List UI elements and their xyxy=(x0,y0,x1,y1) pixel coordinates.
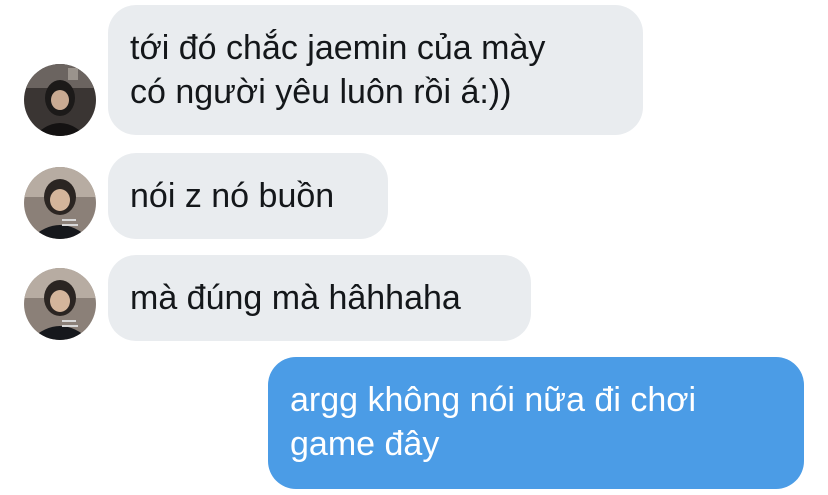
sender-avatar[interactable] xyxy=(24,167,96,239)
sender-avatar[interactable] xyxy=(24,268,96,340)
message-bubble-incoming[interactable]: tới đó chắc jaemin của mày có người yêu … xyxy=(108,5,643,135)
avatar-photo-icon xyxy=(24,64,96,136)
message-text-line: nói z nó buồn xyxy=(130,177,335,215)
message-text-line: argg không nói nữa đi chơi xyxy=(290,381,697,419)
avatar-photo-icon xyxy=(24,268,96,340)
sender-avatar[interactable] xyxy=(24,64,96,136)
message-text-line: tới đó chắc jaemin của mày xyxy=(130,29,546,67)
message-bubble-incoming[interactable]: mà đúng mà hâhhaha xyxy=(108,255,531,341)
message-bubble-outgoing[interactable]: argg không nói nữa đi chơi game đây xyxy=(268,357,804,489)
message-text-line: có người yêu luôn rồi á:)) xyxy=(130,73,512,111)
message-bubble-incoming[interactable]: nói z nó buồn xyxy=(108,153,388,239)
message-text-line: mà đúng mà hâhhaha xyxy=(130,279,461,317)
message-text-line: game đây xyxy=(290,425,440,463)
avatar-photo-icon xyxy=(24,167,96,239)
